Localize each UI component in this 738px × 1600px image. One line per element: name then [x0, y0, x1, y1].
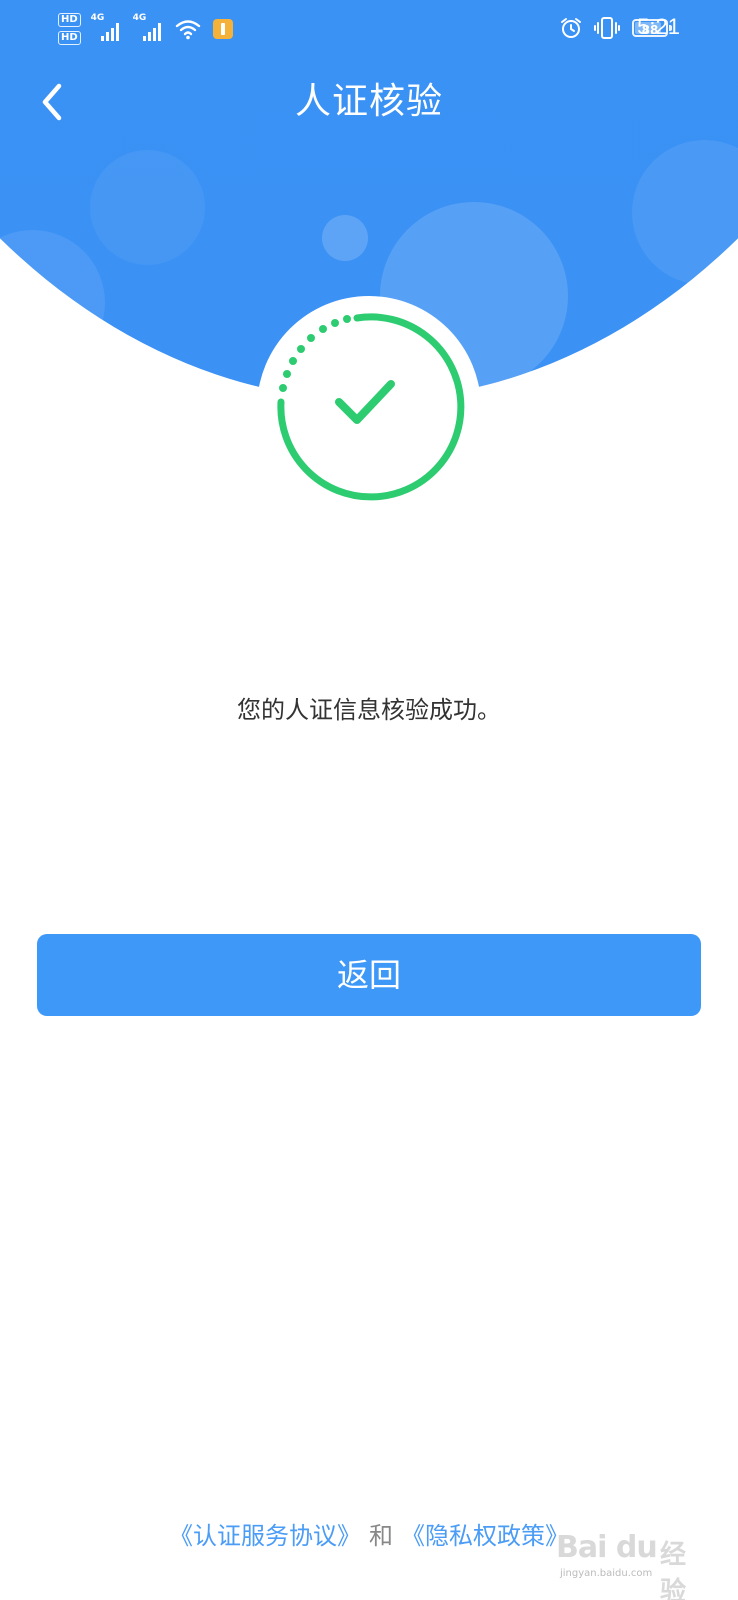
- watermark-text: 经验: [660, 1540, 687, 1600]
- vibrate-icon: [594, 16, 620, 40]
- signal-icon: 4G: [133, 13, 161, 41]
- conjunction-text: 和: [369, 1522, 393, 1550]
- baidu-watermark: Bai du 经验 jingyan.baidu.com: [556, 1524, 704, 1600]
- status-bar: HD HD 4G 4G 88 5:21: [0, 0, 738, 56]
- privacy-policy-link[interactable]: 《隐私权政策》: [401, 1522, 569, 1550]
- status-bar-left: HD HD 4G 4G: [58, 8, 233, 50]
- clock: 5:21: [637, 14, 680, 39]
- notification-icon: [212, 19, 233, 39]
- return-button[interactable]: 返回: [37, 934, 701, 1016]
- wifi-icon: [175, 18, 201, 40]
- page-title: 人证核验: [294, 81, 443, 122]
- watermark-logo: Bai du: [556, 1530, 658, 1565]
- service-agreement-link[interactable]: 《认证服务协议》: [169, 1522, 361, 1550]
- network-type: 4G: [132, 13, 147, 23]
- alarm-icon: [560, 17, 582, 39]
- check-icon: [277, 313, 465, 501]
- verification-result-screen: HD HD 4G 4G 88 5:21 人证核验 您的人证信息核验成功。 返回 …: [0, 0, 738, 1600]
- hd-badge: HD: [58, 31, 81, 45]
- decor-bubble: [90, 150, 205, 265]
- success-badge: [257, 296, 481, 520]
- result-message: 您的人证信息核验成功。: [237, 696, 501, 724]
- decor-bubble: [322, 215, 368, 261]
- hd-indicators: HD HD: [58, 13, 81, 45]
- signal-icon: 4G: [91, 13, 119, 41]
- watermark-url: jingyan.baidu.com: [560, 1568, 653, 1579]
- network-type: 4G: [90, 13, 105, 23]
- hd-badge: HD: [58, 13, 81, 27]
